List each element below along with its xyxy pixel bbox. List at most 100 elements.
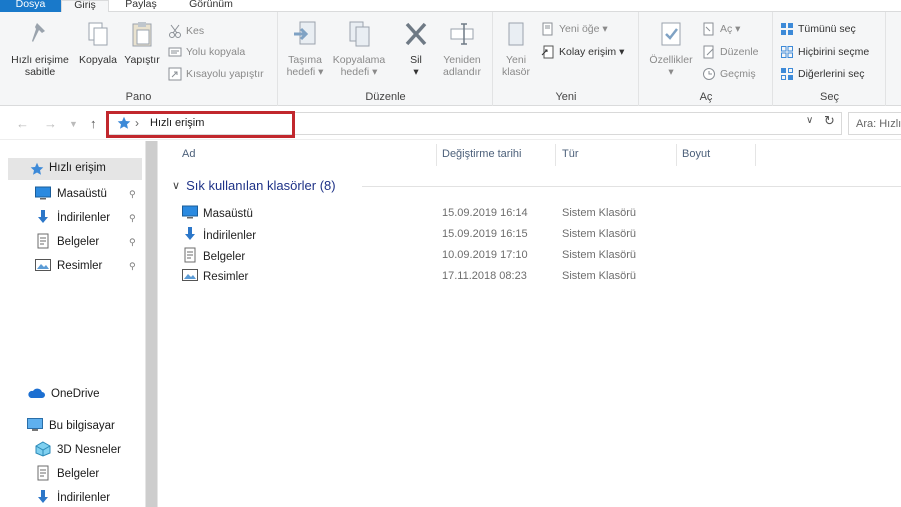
nav-item-pc-downloads-label: İndirilenler [57,492,111,504]
pinned-icon[interactable]: ⚲ [129,213,136,224]
row-type: Sistem Klasörü [562,270,636,282]
back-arrow-icon[interactable]: ← [16,116,29,131]
column-header-type[interactable]: Tür [562,148,579,160]
nav-item-pc-documents[interactable]: Belgeler [35,463,99,485]
easy-access-icon [541,45,555,59]
pin-quick-access-button[interactable]: Hızlı erişime sabitle [8,18,72,78]
row-type: Sistem Klasörü [562,207,636,219]
history-button[interactable]: Geçmiş [702,65,756,83]
new-folder-icon [502,18,530,50]
refresh-icon[interactable]: ↻ [824,113,835,129]
nav-item-3d-objects[interactable]: 3D Nesneler [35,439,121,461]
row-name: Masaüstü [203,207,253,220]
table-row[interactable]: Masaüstü 15.09.2019 16:14 Sistem Klasörü [178,202,901,223]
history-label: Geçmiş [720,68,756,80]
nav-item-onedrive[interactable]: OneDrive [27,383,100,405]
column-header-size[interactable]: Boyut [682,148,710,160]
table-row[interactable]: Belgeler 10.09.2019 17:10 Sistem Klasörü [178,244,901,265]
pinned-icon[interactable]: ⚲ [129,261,136,272]
table-row[interactable]: Resimler 17.11.2018 08:23 Sistem Klasörü [178,265,901,286]
frequent-folders-group-header[interactable]: ∨ Sık kullanılan klasörler (8) [172,178,336,193]
open-button[interactable]: Aç ▾ [702,20,740,38]
column-header-name[interactable]: Ad [182,148,195,160]
pinned-icon[interactable]: ⚲ [129,237,136,248]
row-type: Sistem Klasörü [562,228,636,240]
row-name: Resimler [203,270,249,283]
frequent-folders-group-label: Sık kullanılan klasörler (8) [186,178,336,193]
tab-file[interactable]: Dosya [0,0,61,12]
delete-button[interactable]: Sil ▾ [398,18,434,78]
move-to-button[interactable]: Taşıma hedefi ▾ [281,18,329,78]
documents-icon [182,247,198,266]
column-divider[interactable] [555,144,556,166]
copy-button[interactable]: Kopyala [77,18,119,66]
tab-view[interactable]: Görünüm [176,0,246,12]
ribbon-tab-bar: Dosya Giriş Paylaş Görünüm [0,0,901,13]
recent-locations-icon[interactable]: ▼ [69,119,78,129]
row-date: 10.09.2019 17:10 [442,249,528,261]
chevron-down-icon: ∨ [172,180,181,192]
nav-item-documents-label: Belgeler [57,236,100,248]
properties-button[interactable]: Özellikler ▾ [644,18,698,78]
nav-item-pc-downloads[interactable]: İndirilenler [35,487,110,507]
rename-button[interactable]: Yeniden adlandır [436,18,488,78]
documents-icon [35,233,51,252]
onedrive-cloud-icon [27,387,45,402]
ribbon-group-select: Tümünü seç Hiçbirini seçme Diğerlerini s… [774,12,886,106]
tab-share[interactable]: Paylaş [115,0,167,12]
nav-item-desktop[interactable]: Masaüstü [35,183,107,205]
select-all-button[interactable]: Tümünü seç [780,20,856,38]
computer-icon [27,417,43,435]
navigation-scrollbar[interactable] [145,141,158,507]
invert-selection-icon [780,67,794,81]
paste-label: Yapıştır [124,54,160,66]
paste-button[interactable]: Yapıştır [121,18,163,66]
copy-to-button[interactable]: Kopyalama hedefi ▾ [330,18,388,78]
documents-icon [35,465,51,484]
pictures-icon [182,268,198,285]
ribbon-group-organize: Taşıma hedefi ▾ Kopyalama hedefi ▾ Sil ▾… [279,12,493,106]
address-highlight-box [106,111,295,138]
column-header-date[interactable]: Değiştirme tarihi [442,148,521,160]
select-none-button[interactable]: Hiçbirini seçme [780,43,869,61]
desktop-icon [35,186,51,203]
paste-shortcut-icon [168,67,182,81]
rename-icon [448,18,476,50]
forward-arrow-icon[interactable]: → [44,116,57,131]
column-divider[interactable] [755,144,756,166]
edit-icon [702,45,716,59]
new-item-label: Yeni öğe ▾ [559,23,608,35]
pin-quick-access-label-1: Hızlı erişime [11,54,69,66]
column-divider[interactable] [676,144,677,166]
address-dropdown-icon[interactable]: ∨ [806,115,813,126]
navigation-scrollbar-thumb[interactable] [146,141,157,507]
nav-item-pictures[interactable]: Resimler [35,255,102,277]
paste-shortcut-button[interactable]: Kısayolu yapıştır [168,65,264,83]
search-field[interactable]: Ara: Hızlı erişim [848,112,901,135]
new-folder-button[interactable]: Yeni klasör [496,18,536,78]
pinned-icon[interactable]: ⚲ [129,189,136,200]
cut-button[interactable]: Kes [168,22,204,40]
copy-to-icon [345,18,373,50]
new-item-button[interactable]: Yeni öğe ▾ [541,20,608,38]
easy-access-button[interactable]: Kolay erişim ▾ [541,43,624,61]
clipboard-group-label: Pano [125,91,152,103]
table-row[interactable]: İndirilenler 15.09.2019 16:15 Sistem Kla… [178,223,901,244]
copy-path-button[interactable]: Yolu kopyala [168,43,245,61]
nav-item-this-pc[interactable]: Bu bilgisayar [27,415,115,437]
column-divider[interactable] [436,144,437,166]
nav-item-downloads-label: İndirilenler [57,212,111,224]
delete-x-icon [402,18,430,50]
row-date: 15.09.2019 16:14 [442,207,528,219]
nav-item-quick-access[interactable]: Hızlı erişim [8,158,142,180]
nav-item-documents[interactable]: Belgeler [35,231,99,253]
pictures-icon [35,258,51,275]
invert-selection-button[interactable]: Diğerlerini seç [780,65,865,83]
nav-item-desktop-label: Masaüstü [57,188,107,200]
new-folder-label-1: Yeni [505,54,527,66]
up-arrow-icon[interactable]: ↑ [90,116,97,131]
move-to-label-1: Taşıma [288,54,322,66]
edit-button[interactable]: Düzenle [702,43,759,61]
nav-item-downloads[interactable]: İndirilenler [35,207,110,229]
ribbon-group-open: Özellikler ▾ Aç ▾ Düzenle Geçmiş Aç [640,12,773,106]
